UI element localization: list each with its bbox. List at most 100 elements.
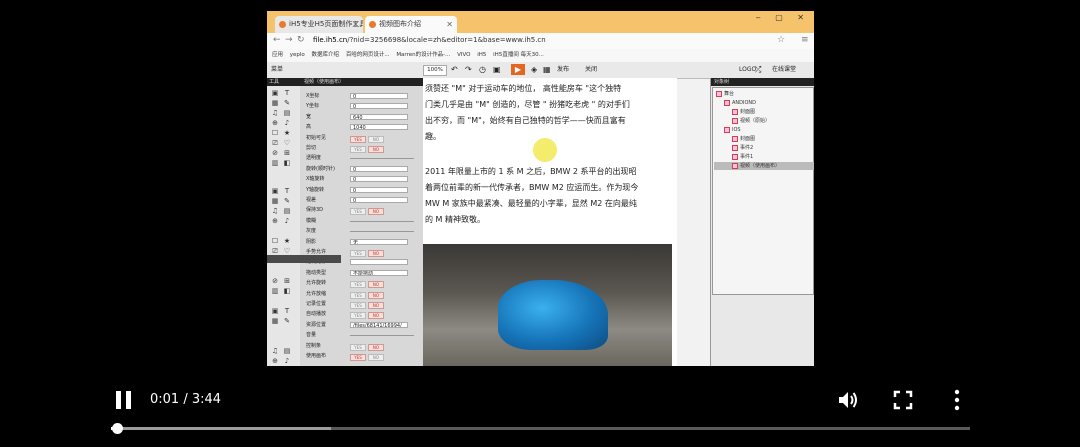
toggle-yes[interactable]: YES (350, 208, 366, 216)
pause-button[interactable] (116, 391, 132, 409)
bookmark-item[interactable]: VIVO (457, 52, 470, 58)
image-tool-icon[interactable]: ▣ (271, 308, 279, 315)
preview-play-button[interactable]: ▶ (511, 64, 525, 75)
property-value-field[interactable]: 0 (350, 93, 408, 99)
toggle-yes[interactable]: YES (350, 250, 366, 257)
text-tool-icon[interactable]: T (283, 308, 291, 315)
visibility-checkbox-icon[interactable] (732, 117, 738, 124)
slide-tool-icon[interactable]: ⎚ (271, 248, 279, 255)
scene-tree-node[interactable]: 视频（原始） (732, 117, 770, 125)
toggle-yes[interactable]: YES (350, 146, 366, 153)
scene-tree-node[interactable]: 视频（使用画布） (714, 162, 814, 170)
back-arrow-icon[interactable]: ← (273, 35, 281, 45)
visibility-checkbox-icon[interactable] (732, 144, 738, 151)
visibility-checkbox-icon[interactable] (716, 90, 722, 97)
column-tool-icon[interactable]: ▥ (271, 160, 279, 167)
add-tool-icon[interactable]: ⊕ (271, 218, 279, 225)
scene-tree-node[interactable]: 封面图 (732, 108, 755, 116)
music-tool-icon[interactable]: ♫ (271, 208, 279, 215)
image-tool-icon[interactable]: ▣ (271, 90, 279, 97)
scene-tree-node[interactable]: 事件1 (732, 153, 753, 161)
property-slider[interactable] (350, 158, 414, 160)
toggle-yes[interactable]: YES (350, 291, 366, 299)
property-slider[interactable] (350, 335, 414, 337)
undo-icon[interactable]: ↶ (451, 65, 458, 75)
property-value-field[interactable]: 0 (350, 197, 408, 203)
toggle-no[interactable]: NO (368, 146, 384, 153)
property-value-field[interactable]: 不能拖动 (350, 269, 408, 276)
close-tab-icon[interactable]: ✕ (446, 16, 453, 33)
toggle-no[interactable]: NO (368, 291, 384, 299)
history-icon[interactable]: ◷ (479, 65, 486, 75)
bookmark-item[interactable]: yeplo (290, 52, 305, 58)
visibility-checkbox-icon[interactable] (732, 153, 738, 160)
publish-button[interactable]: 发布 (557, 65, 569, 75)
scene-tree-node[interactable]: IOS (724, 126, 741, 134)
note-tool-icon[interactable]: ♪ (283, 120, 291, 127)
list-tool-icon[interactable]: ▤ (283, 110, 291, 117)
visibility-checkbox-icon[interactable] (724, 126, 730, 133)
volume-button[interactable] (836, 389, 860, 411)
toggle-yes[interactable]: YES (350, 302, 366, 309)
visibility-checkbox-icon[interactable] (732, 108, 738, 115)
shuffle-icon[interactable]: ⤮ (755, 65, 761, 75)
progress-bar[interactable] (111, 423, 970, 434)
property-slider[interactable] (350, 231, 414, 233)
music-tool-icon[interactable]: ♫ (271, 110, 279, 117)
scene-tree-node[interactable]: 封面图 (732, 135, 755, 143)
heart-tool-icon[interactable]: ♡ (283, 248, 291, 255)
layer-tool-icon[interactable]: ◧ (283, 288, 291, 295)
slide-tool-icon[interactable]: ⎚ (271, 140, 279, 147)
scene-tree-node[interactable]: 事件2 (732, 144, 753, 152)
toggle-no[interactable]: NO (368, 250, 384, 257)
property-value-field[interactable]: 0 (350, 176, 408, 183)
editor-canvas[interactable]: 须赞还 "M" 对于运动车的地位， 高性能房车 "这个独特 门类几乎是由 "M" … (423, 78, 677, 366)
text-tool-icon[interactable]: T (283, 90, 291, 97)
box-tool-icon[interactable]: ☐ (271, 238, 279, 245)
close-editor-button[interactable]: 关闭 (585, 65, 597, 75)
online-class-button[interactable]: 在线课堂 (772, 65, 796, 75)
text-tool-icon[interactable]: T (283, 188, 291, 195)
grid-tool-icon[interactable]: ▦ (271, 318, 279, 325)
property-value-field[interactable]: 0 (350, 103, 408, 110)
bookmark-item[interactable]: Marren的设计作品-... (396, 52, 450, 58)
toggle-no[interactable]: NO (368, 343, 384, 351)
share-icon[interactable]: ◈ (531, 65, 537, 75)
toggle-no[interactable]: NO (368, 312, 384, 320)
video-frame[interactable]: iH5专业H5页面制作工具 ✕ 视频图布介绍 ✕ ‒ ▢ ✕ ← → ↻ fil… (267, 11, 814, 366)
toggle-yes[interactable]: YES (350, 343, 366, 351)
toggle-yes[interactable]: YES (350, 354, 366, 361)
browser-tab-ih5[interactable]: iH5专业H5页面制作工具 ✕ (275, 16, 363, 33)
table-tool-icon[interactable]: ⊞ (283, 278, 291, 285)
list-tool-icon[interactable]: ▤ (283, 208, 291, 215)
property-value-field[interactable]: 640 (350, 113, 408, 120)
menu-button[interactable]: 菜单 (271, 65, 283, 75)
star-tool-icon[interactable]: ★ (283, 238, 291, 245)
forward-arrow-icon[interactable]: → (285, 35, 293, 45)
toggle-no[interactable]: NO (368, 208, 384, 216)
add-tool-icon[interactable]: ⊕ (271, 358, 279, 365)
grid-tool-icon[interactable]: ▦ (271, 198, 279, 205)
fullscreen-button[interactable] (891, 389, 915, 411)
add-tool-icon[interactable]: ⊕ (271, 120, 279, 127)
property-slider[interactable] (350, 220, 414, 222)
pen-tool-icon[interactable]: ✎ (283, 318, 291, 325)
note-tool-icon[interactable]: ♪ (283, 218, 291, 225)
pen-tool-icon[interactable]: ✎ (283, 100, 291, 107)
pen-tool-icon[interactable]: ✎ (283, 198, 291, 205)
menu-icon[interactable]: ≡ (801, 35, 809, 45)
bookmark-item[interactable]: 数据库介绍 (312, 52, 340, 58)
block-tool-icon[interactable]: ⊘ (271, 278, 279, 285)
star-icon[interactable]: ☆ (777, 35, 785, 45)
address-bar[interactable]: ← → ↻ file.ih5.cn/?nid=3256698&locale=zh… (267, 33, 814, 50)
property-value-field[interactable]: 无 (350, 238, 408, 245)
bookmark-item[interactable]: iH5直播间 每天30... (493, 52, 544, 58)
url-field[interactable]: file.ih5.cn/?nid=3256698&locale=zh&edito… (313, 35, 773, 46)
reload-icon[interactable]: ↻ (297, 35, 305, 45)
toggle-yes[interactable]: YES (350, 312, 366, 320)
bookmark-item[interactable]: 应用 (272, 52, 283, 58)
visibility-checkbox-icon[interactable] (724, 99, 730, 106)
scene-tree-node[interactable]: ANDIOND (724, 99, 756, 107)
column-tool-icon[interactable]: ▥ (271, 288, 279, 295)
visibility-checkbox-icon[interactable] (732, 162, 738, 169)
